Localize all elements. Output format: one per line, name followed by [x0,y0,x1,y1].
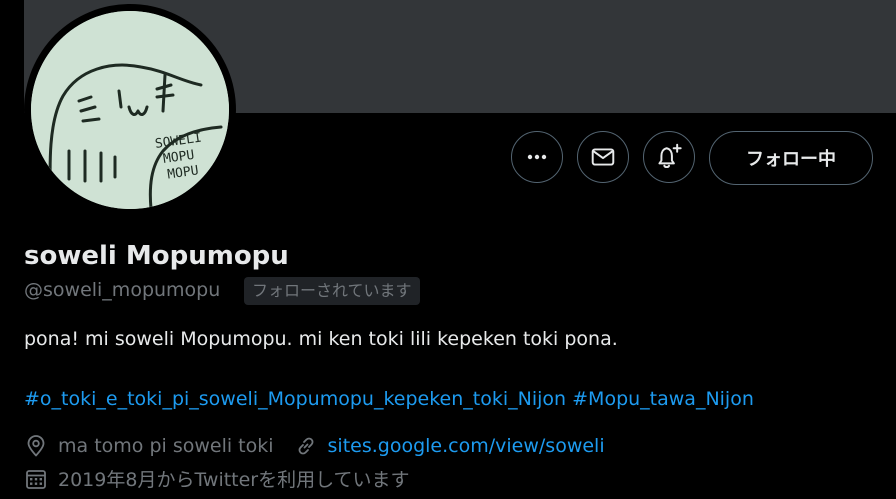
location-text: ma tomo pi soweli toki [58,435,274,457]
following-button[interactable]: フォロー中 [709,131,873,185]
hashtag-link[interactable]: #Mopu_tawa_Nijon [572,388,754,410]
website-link[interactable]: sites.google.com/view/soweli [328,435,605,457]
hashtag-link[interactable]: #o_toki_e_toki_pi_soweli_Mopumopu_kepeke… [24,388,566,410]
link-icon [294,434,318,458]
joined-date-row: 2019年8月からTwitterを利用しています [24,465,410,492]
avatar[interactable]: SOWELI MOPU MOPU [31,11,229,209]
profile-meta-row: ma tomo pi soweli toki sites.google.com/… [24,434,605,458]
more-button[interactable] [511,131,563,183]
avatar-drawing: SOWELI MOPU MOPU [31,11,229,209]
bell-plus-icon [658,143,682,169]
joined-date-text: 2019年8月からTwitterを利用しています [58,469,410,491]
profile-bio: pona! mi soweli Mopumopu. mi ken toki li… [24,328,618,350]
notify-button[interactable] [643,131,695,183]
location-pin-icon [24,434,48,458]
bio-hashtags: #o_toki_e_toki_pi_soweli_Mopumopu_kepeke… [24,388,754,410]
calendar-icon [24,467,48,491]
follows-you-badge: フォローされています [244,277,420,305]
more-horizontal-icon [527,154,547,160]
username-handle: @soweli_mopumopu [24,279,221,301]
display-name: soweli Mopumopu [24,241,289,271]
envelope-icon [591,148,615,166]
message-button[interactable] [577,131,629,183]
